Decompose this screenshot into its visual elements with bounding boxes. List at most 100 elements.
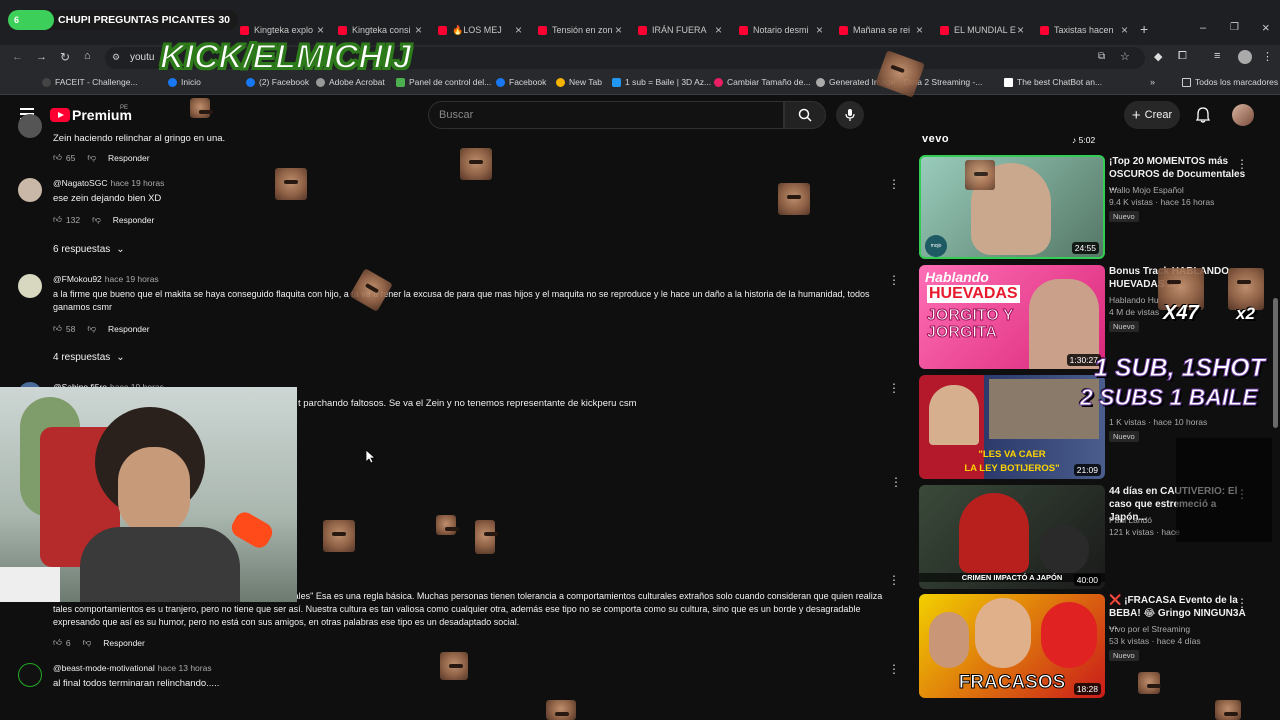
close-tab-icon[interactable]: × bbox=[1017, 23, 1024, 37]
browser-tab[interactable]: Tensión en zon × bbox=[538, 20, 622, 40]
video-duration: 24:55 bbox=[1071, 242, 1099, 254]
bookmark-item[interactable]: The best ChatBot an... bbox=[1004, 77, 1102, 87]
avatar[interactable] bbox=[18, 274, 42, 298]
close-window-icon[interactable]: × bbox=[1262, 20, 1270, 35]
new-tab-icon[interactable]: + bbox=[1140, 21, 1148, 37]
faceit-icon bbox=[42, 77, 51, 87]
video-thumbnail[interactable]: Hablando HUEVADAS JORGITO Y JORGITA 1:30… bbox=[919, 265, 1105, 369]
back-icon[interactable]: ← bbox=[12, 51, 23, 63]
comment-menu-icon[interactable]: ⋮ bbox=[888, 178, 900, 192]
comment-menu-icon[interactable]: ⋮ bbox=[890, 475, 902, 489]
view-replies-button[interactable]: 4 respuestas ⌄ bbox=[53, 352, 125, 363]
like-count: 132 bbox=[65, 214, 81, 225]
channel-name[interactable]: Vivo por el Streaming bbox=[1109, 624, 1190, 634]
close-tab-icon[interactable]: × bbox=[816, 23, 823, 37]
video-thumbnail[interactable]: FRACASOS 18:28 bbox=[919, 594, 1105, 698]
extensions-puzzle-icon[interactable]: ⧠ bbox=[1178, 50, 1187, 63]
forward-icon[interactable]: → bbox=[36, 51, 47, 63]
media-control-icon[interactable]: ≡ bbox=[1214, 50, 1220, 62]
thumbs-down-icon[interactable]: 👎︎ bbox=[87, 323, 96, 334]
avatar[interactable] bbox=[18, 114, 42, 138]
home-icon[interactable]: ⌂ bbox=[84, 50, 91, 62]
all-bookmarks[interactable]: Todos los marcadores bbox=[1182, 77, 1278, 87]
video-meta: 1 K vistas · hace 10 horas bbox=[1109, 417, 1208, 427]
comment-menu-icon[interactable]: ⋮ bbox=[888, 274, 900, 288]
video-menu-icon[interactable]: ⋮ bbox=[1236, 596, 1248, 610]
extension-icon[interactable]: ◆ bbox=[1154, 50, 1162, 63]
thumbs-down-icon[interactable]: 👎︎ bbox=[83, 637, 92, 648]
site-info-icon[interactable]: ⚙ bbox=[112, 52, 120, 63]
folder-icon bbox=[1182, 77, 1191, 87]
channel-name[interactable]: Hablando Hu bbox=[1109, 295, 1159, 305]
browser-tab[interactable]: 🔥LOS MEJ × bbox=[438, 20, 522, 40]
video-thumbnail[interactable]: "LES VA CAER LA LEY BOTIJEROS" 21:09 bbox=[919, 375, 1105, 479]
close-tab-icon[interactable]: × bbox=[715, 23, 722, 37]
install-app-icon[interactable]: ⧉ bbox=[1098, 51, 1105, 62]
menu-kebab-icon[interactable]: ⋮ bbox=[1262, 50, 1273, 63]
minimize-icon[interactable]: – bbox=[1200, 22, 1206, 34]
browser-tab[interactable]: Kingteka explo × bbox=[240, 20, 324, 40]
url-text: youtu bbox=[130, 52, 155, 63]
bookmark-item[interactable]: Inicio bbox=[168, 77, 201, 87]
close-tab-icon[interactable]: × bbox=[615, 23, 622, 37]
thumbs-down-icon[interactable]: 👎︎ bbox=[87, 152, 96, 163]
video-thumbnail[interactable]: mojo 24:55 bbox=[919, 155, 1105, 259]
reply-button[interactable]: Responder bbox=[103, 638, 145, 648]
comment-menu-icon[interactable]: ⋮ bbox=[888, 574, 900, 588]
comment-menu-icon[interactable]: ⋮ bbox=[888, 663, 900, 677]
more-bookmarks-icon[interactable]: » bbox=[1150, 77, 1155, 87]
close-tab-icon[interactable]: × bbox=[1121, 23, 1128, 37]
bookmark-item[interactable]: Cambiar Tamaño de... bbox=[714, 77, 810, 87]
restore-icon[interactable]: ❐ bbox=[1230, 22, 1239, 33]
bookmark-item[interactable]: FACEIT - Challenge... bbox=[42, 77, 138, 87]
bookmark-item[interactable]: New Tab bbox=[556, 77, 602, 87]
browser-tab[interactable]: Taxistas hacen × bbox=[1040, 20, 1128, 40]
create-button[interactable]: + Crear bbox=[1124, 101, 1180, 129]
account-avatar[interactable] bbox=[1232, 104, 1254, 126]
reply-button[interactable]: Responder bbox=[108, 324, 150, 334]
channel-name[interactable]: Wallo Mojo Español bbox=[1109, 185, 1184, 195]
browser-tab[interactable]: Kingteka consi × bbox=[338, 20, 422, 40]
notifications-button[interactable] bbox=[1192, 104, 1214, 126]
thumbs-down-icon[interactable]: 👎︎ bbox=[92, 214, 101, 225]
video-menu-icon[interactable]: ⋮ bbox=[1236, 157, 1248, 171]
reply-button[interactable]: Responder bbox=[113, 215, 155, 225]
thumbs-up-icon[interactable]: 👍︎ bbox=[53, 214, 62, 225]
emote-overlay bbox=[323, 520, 355, 552]
thumbs-up-icon[interactable]: 👍︎ bbox=[53, 152, 62, 163]
channel-name[interactable]: Paul Landó bbox=[1109, 515, 1152, 525]
bookmark-item[interactable]: Facebook bbox=[496, 77, 546, 87]
close-tab-icon[interactable]: × bbox=[515, 23, 522, 37]
page-icon bbox=[612, 77, 621, 87]
page-scrollbar[interactable] bbox=[1273, 298, 1278, 428]
comment-menu-icon[interactable]: ⋮ bbox=[888, 382, 900, 396]
bookmark-item[interactable]: Panel de control del... bbox=[396, 77, 491, 87]
chevron-down-icon: ⌄ bbox=[116, 244, 125, 255]
view-replies-button[interactable]: 6 respuestas ⌄ bbox=[53, 244, 125, 255]
browser-tab[interactable]: Notario desmi × bbox=[739, 20, 823, 40]
sidebar-video[interactable]: FRACASOS 18:28 ❌ ¡FRACASA Evento de la B… bbox=[919, 594, 1264, 698]
comment-author[interactable]: @beast-mode-motivational hace 13 horas bbox=[53, 663, 212, 673]
comment-author[interactable]: @FMokou92 hace 19 horas bbox=[53, 274, 159, 284]
browser-tab[interactable]: IRÁN FUERA × bbox=[638, 20, 722, 40]
video-thumbnail[interactable]: CRIMEN IMPACTÓ A JAPÓN 40:00 bbox=[919, 485, 1105, 589]
close-tab-icon[interactable]: × bbox=[415, 23, 422, 37]
youtube-favicon-icon bbox=[739, 25, 748, 35]
close-tab-icon[interactable]: × bbox=[916, 23, 923, 37]
reload-icon[interactable]: ↻ bbox=[60, 50, 70, 64]
bookmark-item[interactable]: Adobe Acrobat bbox=[316, 77, 385, 87]
close-tab-icon[interactable]: × bbox=[317, 23, 324, 37]
browser-tab[interactable]: EL MUNDIAL E × bbox=[940, 20, 1024, 40]
resize-icon bbox=[714, 77, 723, 87]
bookmark-item[interactable]: 1 sub = Baile | 3D Az... bbox=[612, 77, 711, 87]
avatar[interactable] bbox=[18, 663, 42, 687]
browser-tab[interactable]: Mañana se rei × bbox=[839, 20, 923, 40]
thumbs-up-icon[interactable]: 👍︎ bbox=[53, 637, 62, 648]
comment-author[interactable]: @NagatoSGC hace 19 horas bbox=[53, 178, 164, 188]
reply-button[interactable]: Responder bbox=[108, 153, 150, 163]
thumbs-up-icon[interactable]: 👍︎ bbox=[53, 323, 62, 334]
bookmark-star-icon[interactable]: ☆ bbox=[1120, 50, 1130, 63]
profile-icon[interactable] bbox=[1238, 50, 1252, 64]
bookmark-item[interactable]: (2) Facebook bbox=[246, 77, 309, 87]
avatar[interactable] bbox=[18, 178, 42, 202]
